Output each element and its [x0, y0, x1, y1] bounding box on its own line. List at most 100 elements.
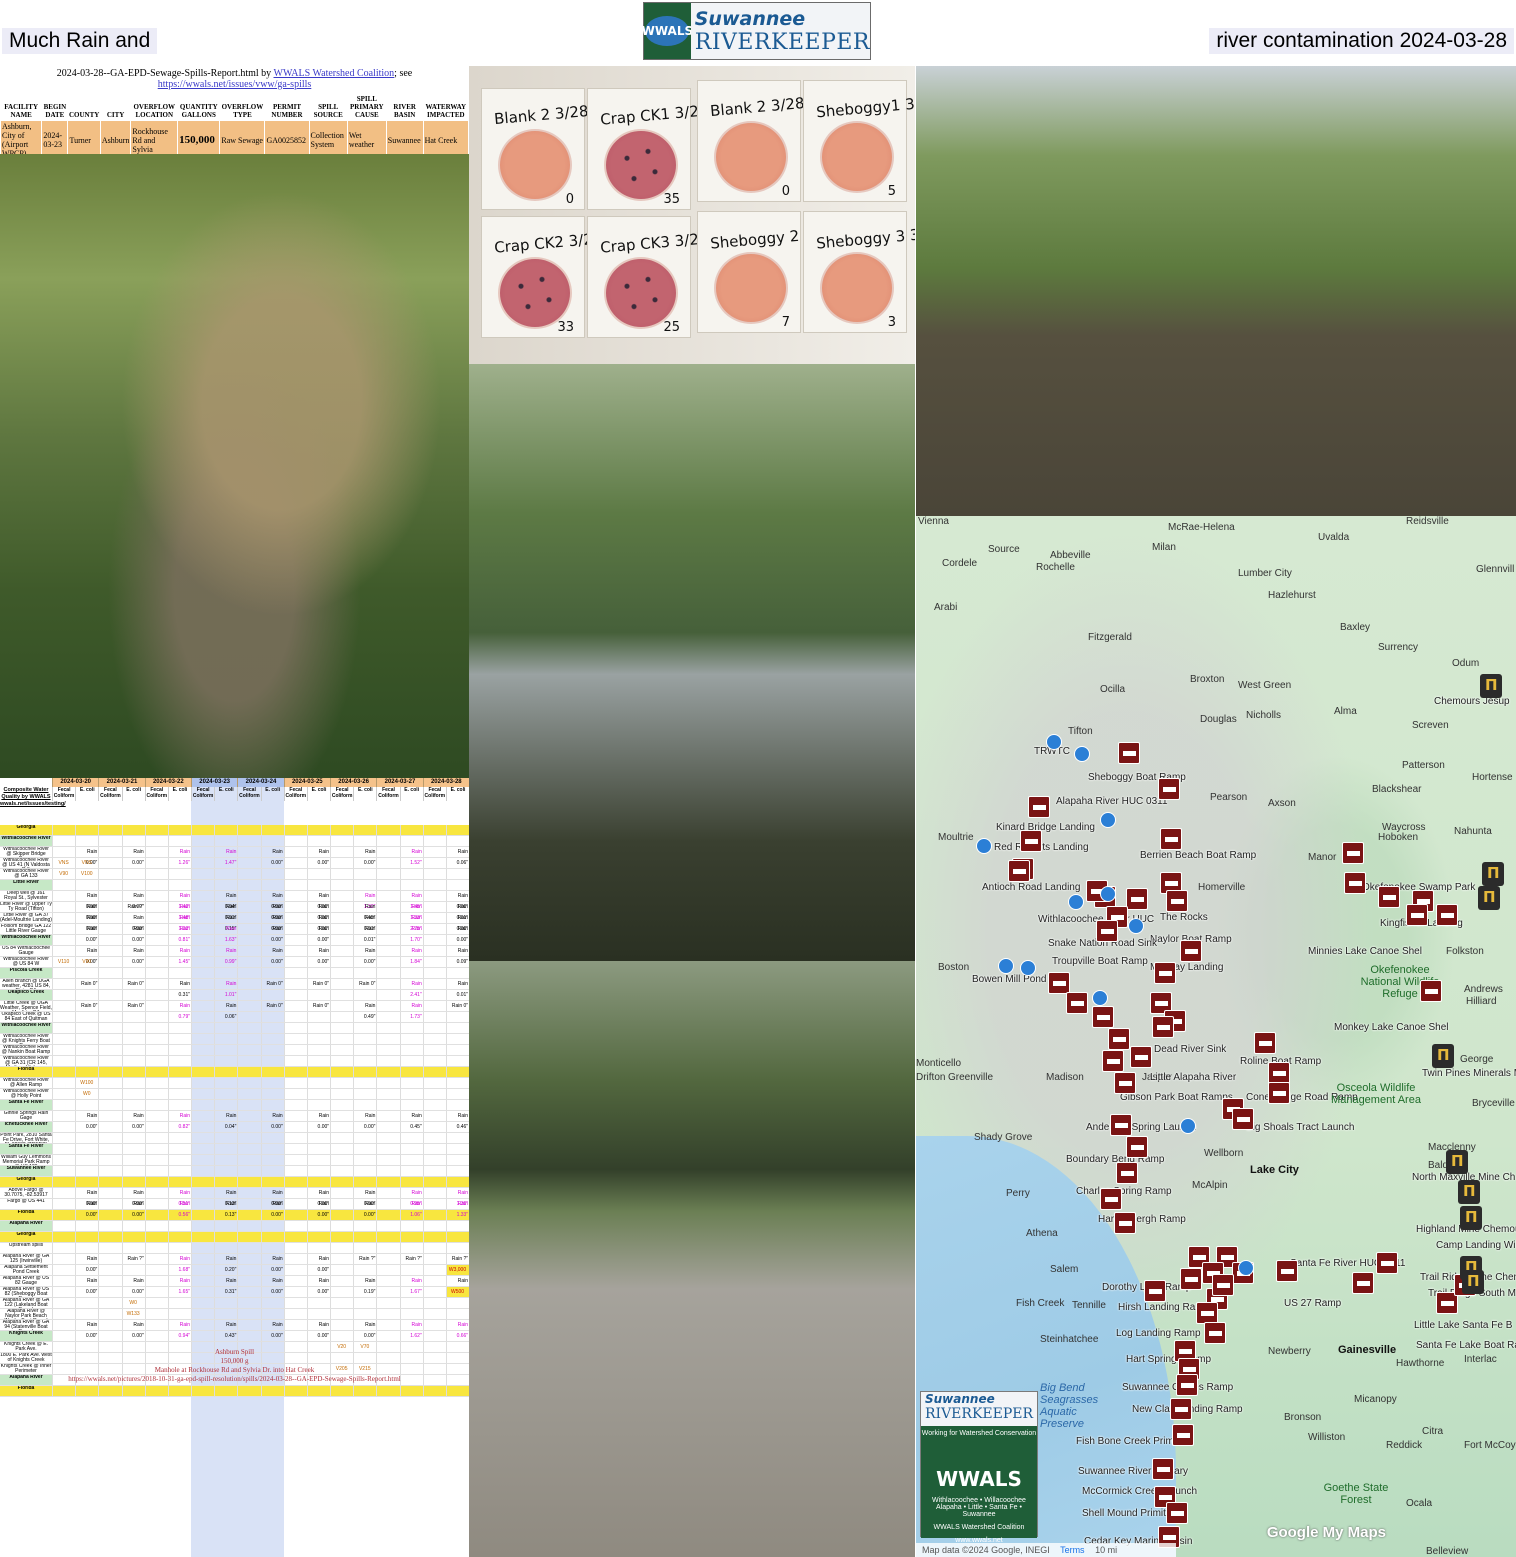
- boat-ramp-marker[interactable]: [1118, 742, 1140, 764]
- boat-ramp-marker[interactable]: [1436, 904, 1458, 926]
- boat-ramp-marker[interactable]: [1376, 1252, 1398, 1274]
- boat-ramp-marker[interactable]: [1092, 1006, 1114, 1028]
- sink-marker[interactable]: [998, 958, 1014, 974]
- boat-ramp-marker[interactable]: [1144, 1280, 1166, 1302]
- boat-ramp-marker[interactable]: [1166, 1502, 1188, 1524]
- map-site-label[interactable]: Shell Mound Primitive: [1082, 1508, 1179, 1519]
- boat-ramp-marker[interactable]: [1126, 888, 1148, 910]
- table-cell: [283, 957, 307, 967]
- table-row: Above Fargo @ 30.7075, -82.53917 Rain 0.0…: [0, 1188, 469, 1207]
- boat-ramp-marker[interactable]: [1180, 1268, 1202, 1290]
- boat-ramp-marker[interactable]: [1378, 886, 1400, 908]
- table-cell: Rain 1.39": [353, 891, 376, 910]
- mine-marker[interactable]: [1482, 862, 1504, 886]
- map-site-label[interactable]: Charles Spring Ramp: [1076, 1186, 1172, 1197]
- map-site-label[interactable]: Little Alapaha River: [1150, 1072, 1236, 1083]
- map-site-label[interactable]: The Rocks: [1160, 912, 1208, 923]
- map-site-label[interactable]: Monkey Lake Canoe Shel: [1334, 1022, 1449, 1033]
- boat-ramp-marker[interactable]: [1166, 890, 1188, 912]
- map-site-label[interactable]: Santa Fe Lake Boat Ramp: [1416, 1340, 1516, 1351]
- map-site-label[interactable]: Dead River Sink: [1154, 1044, 1226, 1055]
- boat-ramp-marker[interactable]: [1276, 1260, 1298, 1282]
- wwals-link[interactable]: WWALS Watershed Coalition: [274, 68, 395, 79]
- map-site-label[interactable]: Minnies Lake Canoe Shel: [1308, 946, 1422, 957]
- boat-ramp-marker[interactable]: [1344, 872, 1366, 894]
- watershed-map[interactable]: Vienna McRae-Helena Reidsville Uvalda Glennv…: [916, 516, 1516, 1557]
- boat-ramp-marker[interactable]: [1232, 1108, 1254, 1130]
- ga-spills-link[interactable]: https://wwals.net/issues/vww/ga-spills: [158, 79, 312, 90]
- map-site-label[interactable]: Bowen Mill Pond: [972, 974, 1046, 985]
- map-site-label[interactable]: Alapaha River HUC 0311: [1056, 796, 1168, 807]
- map-site-label[interactable]: Twin Pines Minerals Mine: [1422, 1068, 1516, 1079]
- sink-marker[interactable]: [1074, 746, 1090, 762]
- boat-ramp-marker[interactable]: [1254, 1032, 1276, 1054]
- boat-ramp-marker[interactable]: [1196, 1302, 1218, 1324]
- map-site-label[interactable]: McCormick Creek Launch: [1082, 1486, 1197, 1497]
- boat-ramp-marker[interactable]: [1176, 1374, 1198, 1396]
- boat-ramp-marker[interactable]: [1180, 940, 1202, 962]
- map-site-label[interactable]: Kinard Bridge Landing: [996, 822, 1095, 833]
- boat-ramp-marker[interactable]: [1406, 904, 1428, 926]
- boat-ramp-marker[interactable]: [1108, 1028, 1130, 1050]
- boat-ramp-marker[interactable]: [1066, 992, 1088, 1014]
- boat-ramp-marker[interactable]: [1100, 1188, 1122, 1210]
- boat-ramp-marker[interactable]: [1268, 1082, 1290, 1104]
- mine-marker[interactable]: [1462, 1270, 1484, 1294]
- map-site-label[interactable]: Troupville Boat Ramp: [1052, 956, 1148, 967]
- boat-ramp-marker[interactable]: [1116, 1162, 1138, 1184]
- boat-ramp-marker[interactable]: [1020, 830, 1042, 852]
- boat-ramp-marker[interactable]: [1114, 1072, 1136, 1094]
- boat-ramp-marker[interactable]: [1048, 972, 1070, 994]
- map-site-label[interactable]: Little Lake Santa Fe B: [1414, 1320, 1512, 1331]
- boat-ramp-marker[interactable]: [1158, 778, 1180, 800]
- terms-link[interactable]: Terms: [1060, 1545, 1085, 1555]
- sink-marker[interactable]: [1100, 812, 1116, 828]
- boat-ramp-marker[interactable]: [1352, 1272, 1374, 1294]
- map-site-label[interactable]: Camp Landing Wildlife: [1436, 1240, 1516, 1251]
- map-site-label[interactable]: Big Shoals Tract Launch: [1246, 1122, 1354, 1133]
- map-site-label[interactable]: Hardenbergh Ramp: [1098, 1214, 1186, 1225]
- mine-marker[interactable]: [1460, 1206, 1482, 1230]
- sink-marker[interactable]: [1180, 1118, 1196, 1134]
- mine-marker[interactable]: [1478, 886, 1500, 910]
- boat-ramp-marker[interactable]: [1204, 1322, 1226, 1344]
- boat-ramp-marker[interactable]: [1154, 962, 1176, 984]
- boat-ramp-marker[interactable]: [1114, 1212, 1136, 1234]
- boat-ramp-marker[interactable]: [1008, 860, 1030, 882]
- mine-marker[interactable]: [1446, 1150, 1468, 1174]
- sink-marker[interactable]: [1068, 894, 1084, 910]
- boat-ramp-marker[interactable]: [1102, 1050, 1124, 1072]
- map-site-label[interactable]: Gibson Park Boat Ramps: [1120, 1092, 1233, 1103]
- mine-marker[interactable]: [1458, 1180, 1480, 1204]
- sink-marker[interactable]: [1020, 960, 1036, 976]
- mine-marker[interactable]: [1480, 674, 1502, 698]
- sink-marker[interactable]: [1238, 1260, 1254, 1276]
- sink-marker[interactable]: [1100, 886, 1116, 902]
- boat-ramp-marker[interactable]: [1420, 980, 1442, 1002]
- boat-ramp-marker[interactable]: [1130, 1046, 1152, 1068]
- boat-ramp-marker[interactable]: [1152, 1458, 1174, 1480]
- boat-ramp-marker[interactable]: [1152, 1016, 1174, 1038]
- boat-ramp-marker[interactable]: [1172, 1424, 1194, 1446]
- boat-ramp-marker[interactable]: [1342, 842, 1364, 864]
- sink-marker[interactable]: [1092, 990, 1108, 1006]
- map-site-label[interactable]: Antioch Road Landing: [982, 882, 1080, 893]
- map-site-label[interactable]: Berrien Beach Boat Ramp: [1140, 850, 1256, 861]
- boat-ramp-marker[interactable]: [1028, 796, 1050, 818]
- map-site-label[interactable]: Log Landing Ramp: [1116, 1328, 1201, 1339]
- table-cell: [422, 935, 446, 945]
- sink-marker[interactable]: [1128, 918, 1144, 934]
- boat-ramp-marker[interactable]: [1170, 1398, 1192, 1420]
- boat-ramp-marker[interactable]: [1126, 1136, 1148, 1158]
- boat-ramp-marker[interactable]: [1268, 1062, 1290, 1084]
- boat-ramp-marker[interactable]: [1160, 828, 1182, 850]
- boat-ramp-marker[interactable]: [1212, 1274, 1234, 1296]
- boat-ramp-marker[interactable]: [1110, 1114, 1132, 1136]
- sink-marker[interactable]: [1046, 734, 1062, 750]
- boat-ramp-marker[interactable]: [1096, 920, 1118, 942]
- colony-count: 33: [557, 320, 574, 335]
- map-site-label[interactable]: US 27 Ramp: [1284, 1298, 1341, 1309]
- sink-marker[interactable]: [976, 838, 992, 854]
- row-cells: Rain 0.00" Rain 0.00" Rain 1.03" Rain 0.15"…: [52, 913, 469, 932]
- mine-marker[interactable]: [1432, 1044, 1454, 1068]
